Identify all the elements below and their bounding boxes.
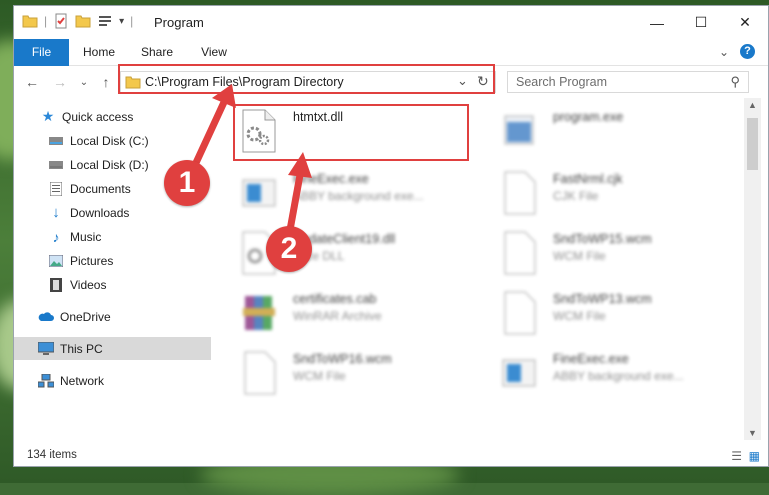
annotation-arrows [191,84,312,234]
arrow-2-icon [286,152,312,234]
step-1-badge: 1 [164,160,210,206]
step-2-badge: 2 [266,226,312,272]
arrow-1-icon [191,84,236,169]
